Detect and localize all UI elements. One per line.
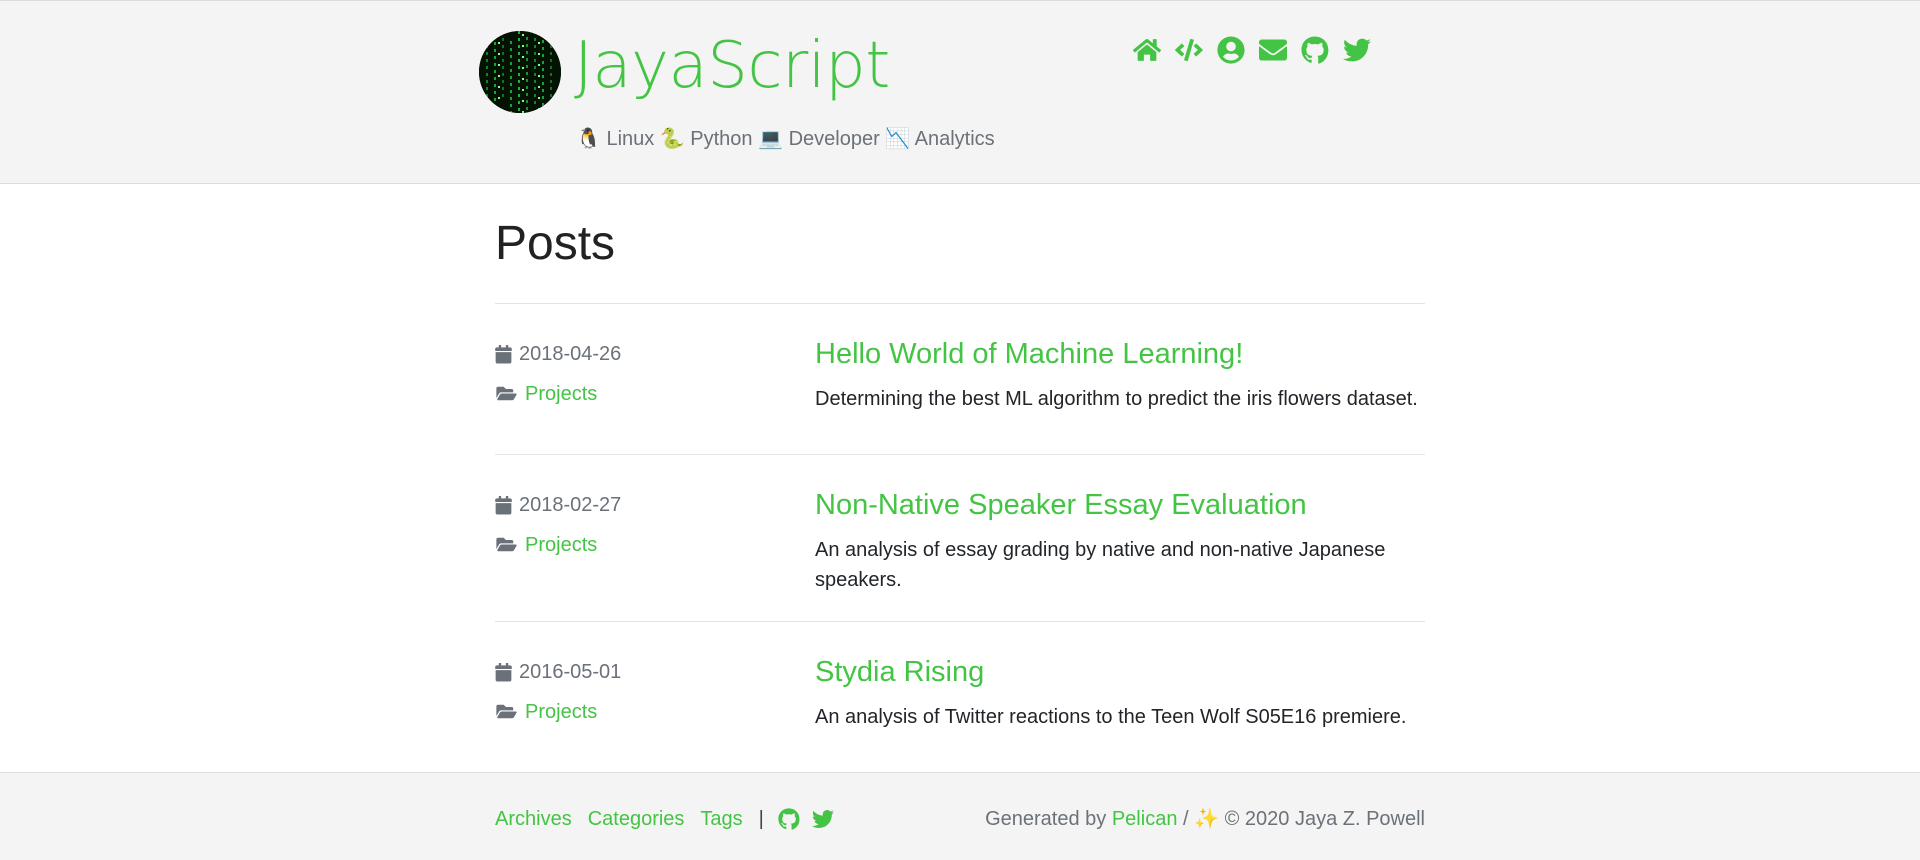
home-icon [1133, 39, 1161, 61]
footer-nav: Archives Categories Tags | [495, 805, 846, 833]
site-tagline: 🐧 Linux 🐍 Python 💻 Developer 📉 Analytics [576, 128, 995, 150]
about-link[interactable] [1217, 35, 1245, 65]
post-date: 2018-02-27 [519, 494, 622, 516]
envelope-icon [1259, 39, 1287, 61]
folder-open-icon [495, 701, 523, 723]
code-icon [1175, 38, 1203, 62]
site-footer: Archives Categories Tags | Generated by … [0, 772, 1920, 860]
calendar-icon [495, 343, 517, 365]
archives-link[interactable]: Archives [495, 805, 572, 833]
post-category-link[interactable]: Projects [525, 374, 597, 414]
home-link[interactable] [1133, 35, 1161, 65]
github-icon [1301, 36, 1329, 64]
github-icon [778, 808, 800, 830]
site-title-link[interactable]: JayaScript [574, 27, 890, 105]
post-meta: 2018-02-27 Projects [495, 485, 795, 565]
categories-link[interactable]: Categories [588, 805, 685, 833]
page-title: Posts [495, 217, 616, 270]
site-header: JayaScript 🐧 Linux 🐍 Python 💻 Developer … [0, 0, 1920, 184]
post-meta: 2018-04-26 Projects [495, 334, 795, 414]
sparkles-icon: ✨ [1194, 808, 1220, 830]
github-link[interactable] [1301, 35, 1329, 65]
credits-slash: / [1183, 808, 1189, 830]
twitter-icon [1343, 38, 1371, 62]
social-nav [1133, 35, 1385, 65]
generated-by-text: Generated by [985, 808, 1107, 830]
copyright-text: © 2020 Jaya Z. Powell [1224, 808, 1425, 830]
footer-separator: | [758, 808, 764, 830]
pelican-link[interactable]: Pelican [1112, 808, 1178, 830]
calendar-icon [495, 494, 517, 516]
email-link[interactable] [1259, 35, 1287, 65]
twitter-icon [811, 810, 834, 828]
tags-link[interactable]: Tags [700, 805, 742, 833]
divider [495, 621, 1425, 622]
user-circle-icon [1217, 36, 1245, 64]
post-category-link[interactable]: Projects [525, 692, 597, 732]
footer-github-link[interactable] [778, 808, 800, 830]
post-summary: An analysis of Twitter reactions to the … [815, 706, 1407, 728]
divider [495, 303, 1425, 304]
post-date: 2018-04-26 [519, 343, 622, 365]
post-title-link[interactable]: Non-Native Speaker Essay Evaluation [815, 487, 1425, 523]
calendar-icon [495, 661, 517, 683]
footer-twitter-link[interactable] [811, 808, 834, 830]
code-link[interactable] [1175, 35, 1203, 65]
post-title-link[interactable]: Hello World of Machine Learning! [815, 336, 1425, 372]
folder-open-icon [495, 383, 523, 405]
post-date: 2016-05-01 [519, 661, 622, 683]
post-title-link[interactable]: Stydia Rising [815, 654, 1425, 690]
avatar[interactable] [479, 31, 561, 113]
post-summary: An analysis of essay grading by native a… [815, 539, 1386, 591]
divider [495, 454, 1425, 455]
post-meta: 2016-05-01 Projects [495, 652, 795, 732]
post-category-link[interactable]: Projects [525, 525, 597, 565]
matrix-code-image [479, 31, 561, 113]
twitter-link[interactable] [1343, 35, 1371, 65]
footer-credits: Generated by Pelican / ✨ © 2020 Jaya Z. … [985, 805, 1425, 833]
folder-open-icon [495, 534, 523, 556]
post-summary: Determining the best ML algorithm to pre… [815, 388, 1418, 410]
